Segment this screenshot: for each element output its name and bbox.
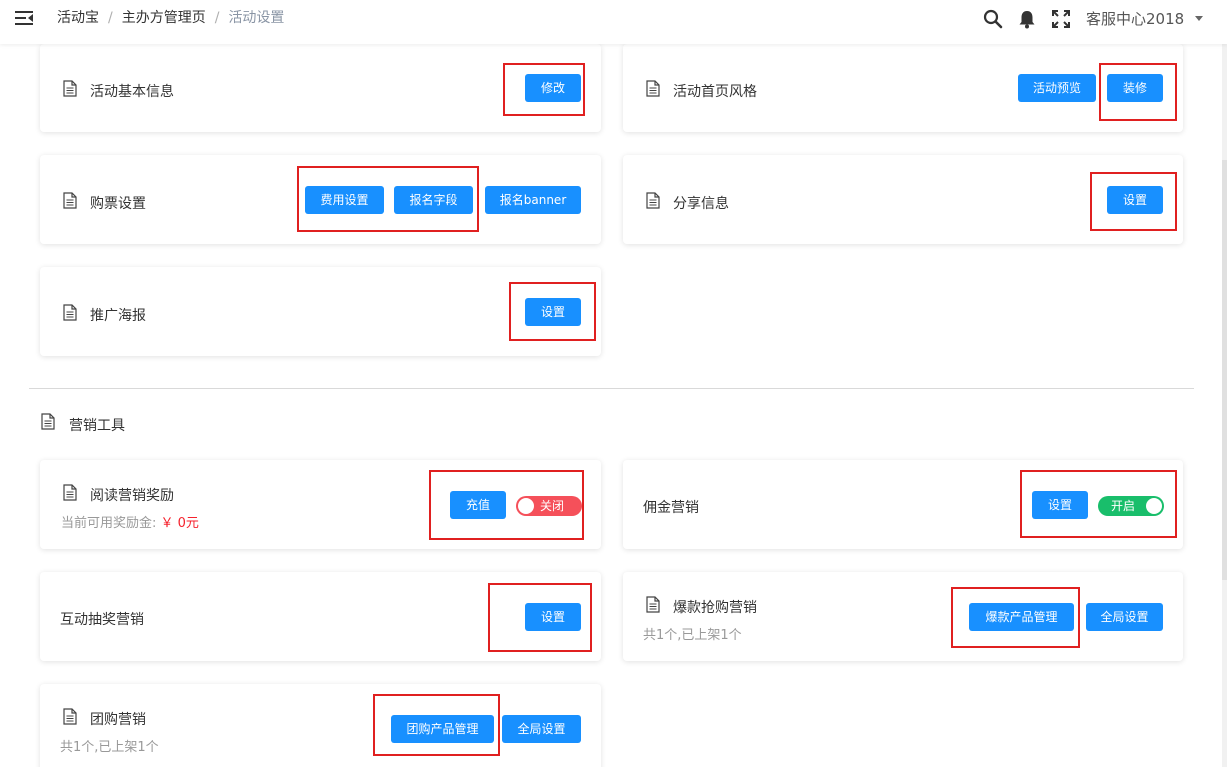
- document-icon: [63, 484, 77, 501]
- document-icon: [63, 708, 77, 725]
- breadcrumb-item-organizer[interactable]: 主办方管理页: [122, 10, 206, 26]
- breadcrumb-separator: /: [214, 10, 220, 26]
- bell-icon[interactable]: [1017, 9, 1037, 29]
- group-global-settings-button[interactable]: 全局设置: [502, 715, 581, 743]
- section-divider: [29, 388, 1194, 389]
- search-icon[interactable]: [983, 9, 1003, 29]
- edit-button[interactable]: 修改: [525, 74, 581, 102]
- commission-settings-button[interactable]: 设置: [1032, 491, 1088, 519]
- card-title: 佣金营销: [643, 500, 699, 516]
- card-title: 活动首页风格: [673, 84, 757, 100]
- breadcrumb-separator: /: [108, 10, 113, 26]
- document-icon: [646, 80, 660, 97]
- breadcrumb: 活动宝 / 主办方管理页 / 活动设置: [57, 9, 284, 27]
- card-title: 活动基本信息: [90, 84, 174, 100]
- flash-product-count: 共1个,已上架1个: [643, 628, 742, 643]
- document-icon: [63, 304, 77, 321]
- group-product-manage-button[interactable]: 团购产品管理: [391, 715, 494, 743]
- card-lottery: 互动抽奖营销 设置: [40, 572, 601, 661]
- toggle-label: 开启: [1111, 499, 1136, 513]
- card-title: 阅读营销奖励: [90, 488, 174, 504]
- document-icon: [63, 192, 77, 209]
- section-title-marketing: 营销工具: [69, 418, 125, 434]
- flash-product-manage-button[interactable]: 爆款产品管理: [969, 603, 1074, 631]
- card-title: 分享信息: [673, 196, 729, 212]
- card-commission: 佣金营销 设置 开启: [623, 460, 1183, 549]
- toggle-knob: [1146, 498, 1162, 514]
- poster-settings-button[interactable]: 设置: [525, 298, 581, 326]
- menu-fold-icon[interactable]: [15, 11, 33, 25]
- share-settings-button[interactable]: 设置: [1107, 186, 1163, 214]
- caret-down-icon[interactable]: [1195, 16, 1203, 21]
- lottery-settings-button[interactable]: 设置: [525, 603, 581, 631]
- card-title: 购票设置: [90, 196, 146, 212]
- preview-button[interactable]: 活动预览: [1018, 74, 1096, 102]
- reward-balance: 当前可用奖励金: ￥ 0元: [61, 512, 199, 531]
- document-icon: [646, 596, 660, 613]
- flash-global-settings-button[interactable]: 全局设置: [1086, 603, 1163, 631]
- scrollbar-thumb[interactable]: [1222, 160, 1227, 580]
- document-icon: [41, 413, 55, 430]
- card-ticket-settings: 购票设置 费用设置 报名字段 报名banner: [40, 155, 601, 244]
- signup-fields-button[interactable]: 报名字段: [394, 186, 473, 214]
- reward-balance-label: 当前可用奖励金:: [61, 516, 157, 531]
- fee-settings-button[interactable]: 费用设置: [305, 186, 384, 214]
- card-group-buy: 团购营销 共1个,已上架1个 团购产品管理 全局设置: [40, 684, 601, 767]
- card-reading-reward: 阅读营销奖励 当前可用奖励金: ￥ 0元 充值 关闭: [40, 460, 601, 549]
- toggle-label: 关闭: [540, 499, 565, 513]
- fullscreen-icon[interactable]: [1051, 9, 1071, 29]
- top-header: 活动宝 / 主办方管理页 / 活动设置 客服中心2018: [0, 0, 1227, 44]
- reward-balance-amount: ￥ 0元: [160, 516, 199, 531]
- card-title: 团购营销: [90, 712, 146, 728]
- document-icon: [646, 192, 660, 209]
- group-product-count: 共1个,已上架1个: [60, 740, 159, 755]
- breadcrumb-item-current: 活动设置: [228, 10, 285, 26]
- signup-banner-button[interactable]: 报名banner: [485, 186, 581, 214]
- reading-reward-toggle[interactable]: 关闭: [516, 496, 582, 516]
- card-basic-info: 活动基本信息 修改: [40, 44, 601, 132]
- recharge-button[interactable]: 充值: [450, 491, 506, 519]
- card-share-info: 分享信息 设置: [623, 155, 1183, 244]
- card-flash-sale: 爆款抢购营销 共1个,已上架1个 爆款产品管理 全局设置: [623, 572, 1183, 661]
- decorate-button[interactable]: 装修: [1107, 74, 1163, 102]
- card-home-style: 活动首页风格 活动预览 装修: [623, 44, 1183, 132]
- toggle-knob: [518, 498, 534, 514]
- card-title: 互动抽奖营销: [60, 612, 144, 628]
- card-title: 爆款抢购营销: [673, 600, 757, 616]
- user-name[interactable]: 客服中心2018: [1086, 8, 1184, 29]
- commission-toggle[interactable]: 开启: [1098, 496, 1164, 516]
- card-title: 推广海报: [90, 308, 146, 324]
- document-icon: [63, 80, 77, 97]
- card-promo-poster: 推广海报 设置: [40, 267, 601, 356]
- breadcrumb-item-home[interactable]: 活动宝: [57, 10, 99, 26]
